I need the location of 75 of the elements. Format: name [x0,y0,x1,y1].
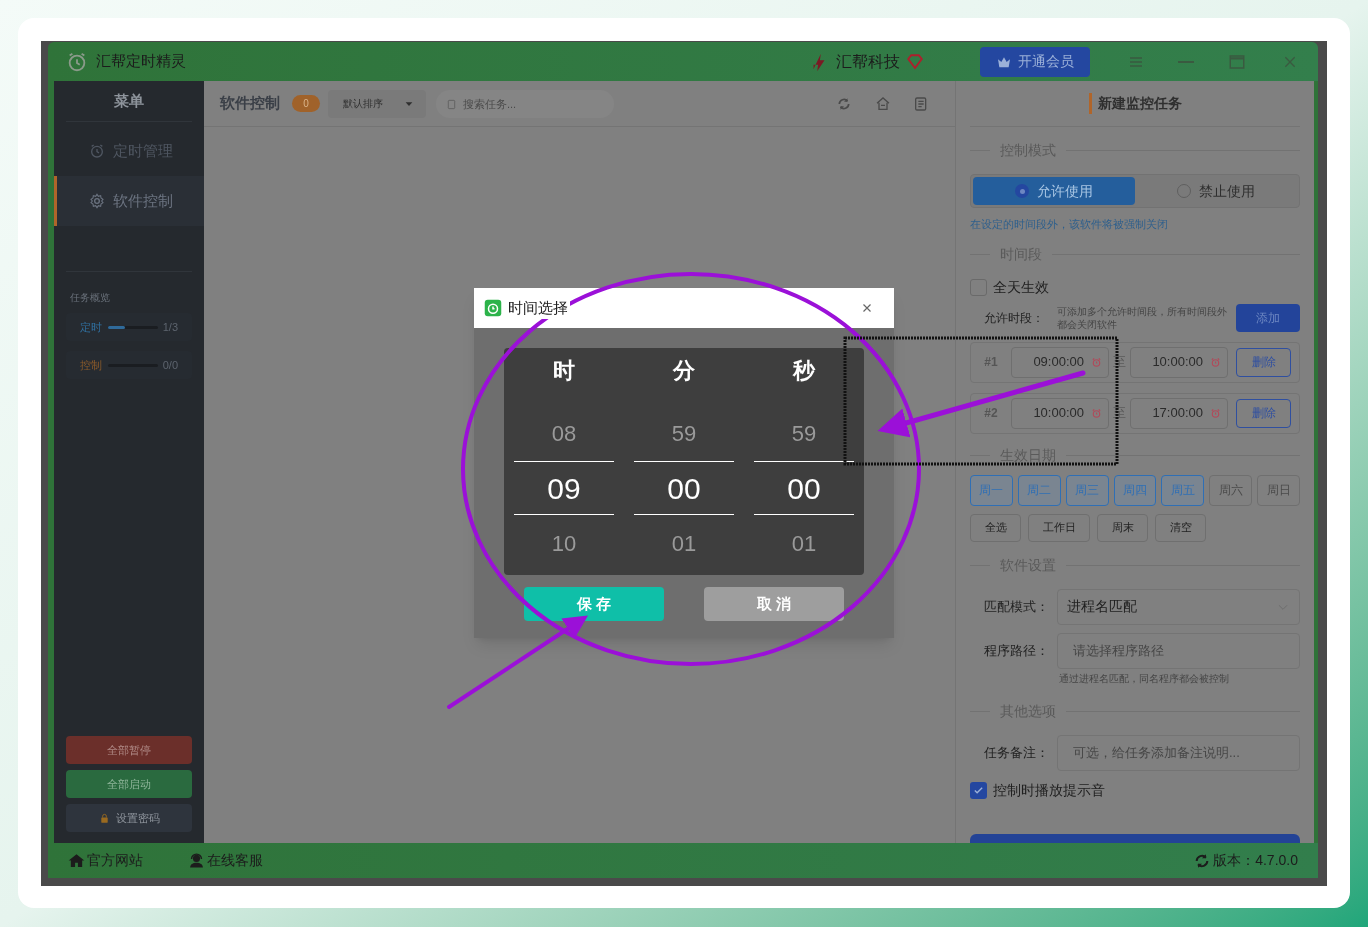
selected-value[interactable]: 09 [514,461,614,515]
save-button[interactable]: 保 存 [524,587,664,621]
delete-button[interactable]: 删除 [1236,347,1291,377]
checkbox-label: 全天生效 [993,277,1049,297]
set-password-button[interactable]: 设置密码 [66,804,192,832]
home-icon [875,95,891,112]
wheel-value: 08 [551,420,577,447]
field-label: 允许时段： [983,309,1045,327]
column-heading: 秒 [793,357,815,384]
time-field[interactable]: 17:00:00 [1130,397,1228,429]
alarm-clock-icon [88,143,105,159]
lock-icon [98,812,110,824]
time-field[interactable]: 09:00:00 [1011,346,1109,378]
quick-select-button[interactable]: 工作日 [1028,513,1090,542]
mode-hint: 在设定的时间段外，该软件将被强制关闭 [970,217,1169,232]
column-heading: 分 [673,357,695,384]
vip-button[interactable]: 开通会员 [980,46,1090,77]
check-icon [973,784,984,796]
overview-label: 控制 [80,357,103,373]
wheel-value: 10 [551,530,577,557]
checkbox[interactable] [970,781,987,799]
time-field[interactable]: 10:00:00 [1011,397,1109,429]
column-heading: 时 [553,357,575,384]
window-title: 汇帮定时精灵 [96,51,186,72]
panel-title: 新建监控任务 [1088,93,1182,114]
sort-dropdown[interactable]: 默认排序 [328,89,426,118]
alarm-clock-icon [1210,407,1221,419]
document-icon [446,98,457,110]
quick-select-button[interactable]: 清空 [1155,513,1206,542]
field-label: 匹配模式： [983,597,1050,616]
sidebar-heading: 菜单 [113,90,145,111]
alarm-clock-icon [1210,356,1221,368]
version-text: 版本：4.7.0.0 [1213,851,1298,870]
selected-value[interactable]: 00 [754,461,854,515]
time-field[interactable]: 10:00:00 [1130,346,1228,378]
minimize-icon[interactable] [1178,60,1194,63]
overview-count: 1/3 [162,319,178,335]
headset-user-icon [188,852,205,869]
mode-option[interactable]: 允许使用 [973,177,1135,205]
alarm-clock-icon [484,299,502,317]
alarm-clock-icon [1091,407,1102,419]
alarm-clock-icon [66,50,88,73]
footer-link[interactable]: 在线客服 [188,850,263,871]
sidebar-button[interactable]: 全部暂停 [66,736,192,764]
cancel-button[interactable]: 取 消 [704,587,844,621]
mode-option[interactable]: 禁止使用 [1135,177,1297,205]
alarm-clock-icon [1091,356,1102,368]
page-title: 软件控制 [220,93,280,114]
delete-button[interactable]: 删除 [1236,398,1291,428]
gear-icon [88,193,105,209]
field-label: 任务备注： [983,743,1050,762]
quick-select-button[interactable]: 周末 [1097,513,1148,542]
home-icon [68,852,85,869]
list-icon [913,95,929,112]
refresh-icon [837,96,851,111]
field-label: 程序路径： [983,641,1050,660]
wheel-value: 01 [791,530,817,557]
wheel-value: 59 [671,420,697,447]
brand-name: 汇帮科技 [836,51,900,72]
wheel-value: 01 [671,530,697,557]
checkbox-label: 控制时播放提示音 [993,780,1105,800]
selected-value[interactable]: 00 [634,461,734,515]
refresh-icon [1194,852,1211,869]
overview-label: 定时 [80,319,103,335]
count-badge: 0 [292,95,320,112]
footer-link[interactable]: 官方网站 [68,850,143,871]
quick-select-button[interactable]: 全选 [970,513,1021,542]
sidebar-button[interactable]: 全部启动 [66,770,192,798]
diamond-icon [906,52,924,71]
maximize-icon [1228,52,1246,71]
match-mode-dropdown[interactable]: 进程名匹配 [1057,588,1300,625]
overview-heading: 任务概览 [69,291,111,305]
wheel-value: 59 [791,420,817,447]
add-button[interactable]: 添加 [1236,303,1300,332]
sidebar-item[interactable]: 软件控制 [54,176,204,226]
